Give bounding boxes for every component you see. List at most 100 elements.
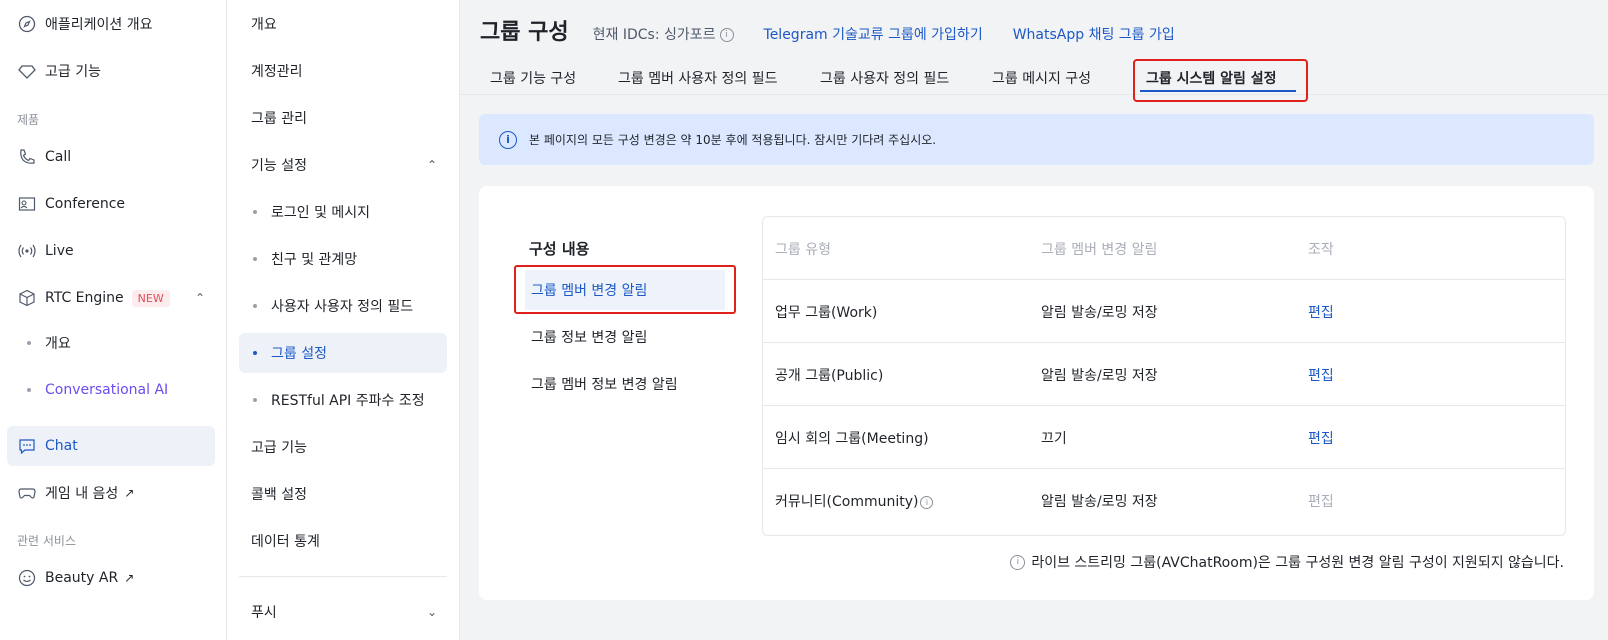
broadcast-icon	[17, 241, 37, 261]
tab-group-custom-fields[interactable]: 그룹 사용자 정의 필드	[820, 68, 949, 88]
nav-label: 푸시	[251, 605, 277, 621]
bullet-dot	[27, 388, 31, 392]
nav2-login-message[interactable]: 로그인 및 메시지	[239, 192, 447, 232]
nav-label: 그룹 관리	[251, 111, 307, 127]
cell-group-type: 업무 그룹(Work)	[775, 305, 878, 321]
bullet-dot	[253, 398, 257, 402]
nav-label: 고급 기능	[45, 64, 101, 80]
table-row: 업무 그룹(Work) 알림 발송/로밍 저장 편집	[763, 280, 1565, 343]
cell-notify: 알림 발송/로밍 저장	[1041, 368, 1158, 384]
secondary-sidebar: 개요 계정관리 그룹 관리 기능 설정 ⌃ 로그인 및 메시지 친구 및 관계망…	[227, 0, 460, 640]
gamepad-icon	[17, 483, 37, 503]
nav-label: Beauty AR	[45, 570, 119, 586]
whatsapp-link[interactable]: WhatsApp 채팅 그룹 가입	[1013, 24, 1175, 44]
bullet-dot	[253, 304, 257, 308]
nav2-user-custom-fields[interactable]: 사용자 사용자 정의 필드	[239, 286, 447, 326]
table-row: 임시 회의 그룹(Meeting) 끄기 편집	[763, 406, 1565, 469]
info-icon[interactable]: i	[920, 495, 934, 509]
nav2-statistics[interactable]: 데이터 통계	[239, 521, 447, 561]
idc-label: 현재 IDCs: 싱가포르 i	[593, 24, 734, 44]
tab-member-custom-fields[interactable]: 그룹 멤버 사용자 정의 필드	[618, 68, 777, 88]
nav-live[interactable]: Live	[7, 231, 215, 271]
nav-label: Call	[45, 149, 72, 165]
info-icon[interactable]: i	[719, 28, 734, 42]
config-item-member-info-change[interactable]: 그룹 멤버 정보 변경 알림	[525, 364, 725, 404]
external-link-icon: ↗	[124, 486, 135, 500]
cell-group-type: 커뮤니티(Community) i	[775, 491, 934, 511]
smile-icon	[17, 568, 37, 588]
diamond-icon	[17, 61, 37, 81]
cell-group-type: 임시 회의 그룹(Meeting)	[775, 431, 929, 447]
nav-label: 계정관리	[251, 64, 303, 80]
nav2-restful-api[interactable]: RESTful API 주파수 조정	[239, 380, 447, 420]
nav-label: Conversational AI	[45, 382, 169, 398]
nav-conversational-ai[interactable]: Conversational AI	[27, 375, 168, 405]
notice-banner: i 본 페이지의 모든 구성 변경은 약 10분 후에 적용됩니다. 잠시만 기…	[479, 114, 1594, 165]
chevron-down-icon[interactable]: ⌄	[427, 605, 437, 619]
bullet-dot	[27, 341, 31, 345]
nav2-group-management[interactable]: 그룹 관리	[239, 98, 447, 138]
config-item-info-change[interactable]: 그룹 정보 변경 알림	[525, 317, 725, 357]
group-type-text: 커뮤니티(Community)	[775, 494, 919, 510]
nav-call[interactable]: Call	[7, 137, 215, 177]
edit-button-disabled: 편집	[1308, 494, 1334, 510]
nav-app-overview[interactable]: 애플리케이션 개요	[7, 4, 215, 44]
nav-rtc-overview[interactable]: 개요	[27, 328, 71, 358]
divider	[239, 576, 447, 577]
header-action: 조작	[1308, 242, 1334, 258]
nav-advanced-features[interactable]: 고급 기능	[7, 51, 215, 91]
nav-label: 고급 기능	[251, 440, 307, 456]
nav-conference[interactable]: Conference	[7, 184, 215, 224]
info-icon: i	[1010, 554, 1026, 570]
footnote: i 라이브 스트리밍 그룹(AVChatRoom)은 그룹 구성원 변경 알림 …	[1010, 552, 1564, 572]
nav-label: RESTful API 주파수 조정	[271, 393, 425, 409]
nav2-account[interactable]: 계정관리	[239, 51, 447, 91]
cell-notify: 알림 발송/로밍 저장	[1041, 494, 1158, 510]
edit-button[interactable]: 편집	[1308, 302, 1334, 322]
config-card: 구성 내용 그룹 멤버 변경 알림 그룹 정보 변경 알림 그룹 멤버 정보 변…	[479, 186, 1594, 600]
nav2-feature-settings[interactable]: 기능 설정 ⌃	[239, 145, 447, 185]
page-header: 그룹 구성 현재 IDCs: 싱가포르 i Telegram 기술교류 그룹에 가…	[480, 14, 1175, 46]
nav-label: 개요	[45, 336, 71, 352]
primary-sidebar: 애플리케이션 개요 고급 기능 제품 Call Conference Live …	[0, 0, 227, 640]
nav-label: 데이터 통계	[251, 534, 320, 550]
nav-label: 콜백 설정	[251, 487, 307, 503]
nav-beauty-ar[interactable]: Beauty AR ↗	[7, 558, 215, 598]
chevron-up-icon[interactable]: ⌃	[427, 158, 437, 172]
telegram-link[interactable]: Telegram 기술교류 그룹에 가입하기	[764, 24, 983, 44]
table-header: 그룹 유형 그룹 멤버 변경 알림 조작	[763, 217, 1565, 280]
new-badge: NEW	[131, 289, 170, 307]
nav-rtc-engine[interactable]: RTC Engine NEW ⌃	[7, 278, 215, 318]
page-title: 그룹 구성	[480, 20, 569, 45]
section-products-label: 제품	[17, 113, 40, 127]
compass-icon	[17, 14, 37, 34]
nav-chat[interactable]: Chat	[7, 426, 215, 466]
nav-in-game-voice[interactable]: 게임 내 음성 ↗	[7, 473, 215, 513]
tab-group-message[interactable]: 그룹 메시지 구성	[992, 68, 1091, 88]
nav-label: 개요	[251, 17, 277, 33]
nav-label: 기능 설정	[251, 158, 307, 174]
header-notify: 그룹 멤버 변경 알림	[1041, 242, 1158, 258]
tab-group-features[interactable]: 그룹 기능 구성	[490, 68, 576, 88]
nav-label: 사용자 사용자 정의 필드	[271, 299, 414, 315]
chat-icon	[17, 436, 37, 456]
external-link-icon: ↗	[124, 571, 135, 585]
chevron-up-icon[interactable]: ⌃	[195, 291, 205, 305]
nav-label: 그룹 설정	[271, 346, 327, 362]
edit-button[interactable]: 편집	[1308, 365, 1334, 385]
config-title: 구성 내용	[529, 240, 590, 258]
cell-group-type: 공개 그룹(Public)	[775, 368, 884, 384]
cell-notify: 알림 발송/로밍 저장	[1041, 305, 1158, 321]
nav2-group-settings[interactable]: 그룹 설정	[239, 333, 447, 373]
footnote-text: 라이브 스트리밍 그룹(AVChatRoom)은 그룹 구성원 변경 알림 구성…	[1031, 555, 1564, 571]
bullet-dot	[253, 351, 257, 355]
nav2-overview[interactable]: 개요	[239, 4, 447, 44]
nav2-advanced[interactable]: 고급 기능	[239, 427, 447, 467]
nav-label: Conference	[45, 196, 126, 212]
group-type-table: 그룹 유형 그룹 멤버 변경 알림 조작 업무 그룹(Work) 알림 발송/로…	[762, 216, 1566, 536]
table-row: 공개 그룹(Public) 알림 발송/로밍 저장 편집	[763, 343, 1565, 406]
nav2-push[interactable]: 푸시 ⌄	[239, 592, 447, 632]
nav2-friends[interactable]: 친구 및 관계망	[239, 239, 447, 279]
edit-button[interactable]: 편집	[1308, 428, 1334, 448]
nav2-callback[interactable]: 콜백 설정	[239, 474, 447, 514]
